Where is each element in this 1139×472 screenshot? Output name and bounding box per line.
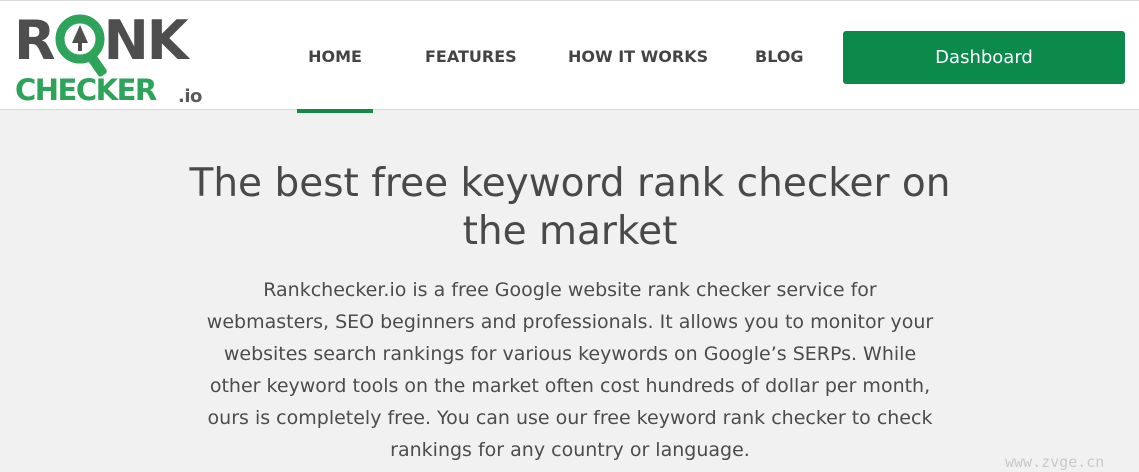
rankchecker-logo[interactable]: R NK CHECKER .io (14, 9, 209, 109)
magnifier-pen-icon (55, 14, 107, 77)
logo-wordmark-tld: .io (178, 86, 202, 107)
nav-active-indicator (297, 109, 373, 113)
nav-item-features[interactable]: FEATURES (425, 1, 517, 111)
nav-item-how-it-works[interactable]: HOW IT WORKS (568, 1, 708, 111)
nav-item-blog[interactable]: BLOG (755, 1, 804, 111)
logo-wordmark-checker: CHECKER (15, 73, 157, 107)
dashboard-button[interactable]: Dashboard (843, 31, 1125, 84)
watermark: www.zvge.cn (1005, 453, 1105, 471)
site-header: R NK CHECKER .io HOME FEATURES HOW IT WOR… (0, 0, 1139, 113)
hero-description: Rankchecker.io is a free Google website … (206, 279, 934, 461)
nav-item-home[interactable]: HOME (297, 1, 373, 111)
hero-title: The best free keyword rank checker on th… (189, 161, 951, 254)
